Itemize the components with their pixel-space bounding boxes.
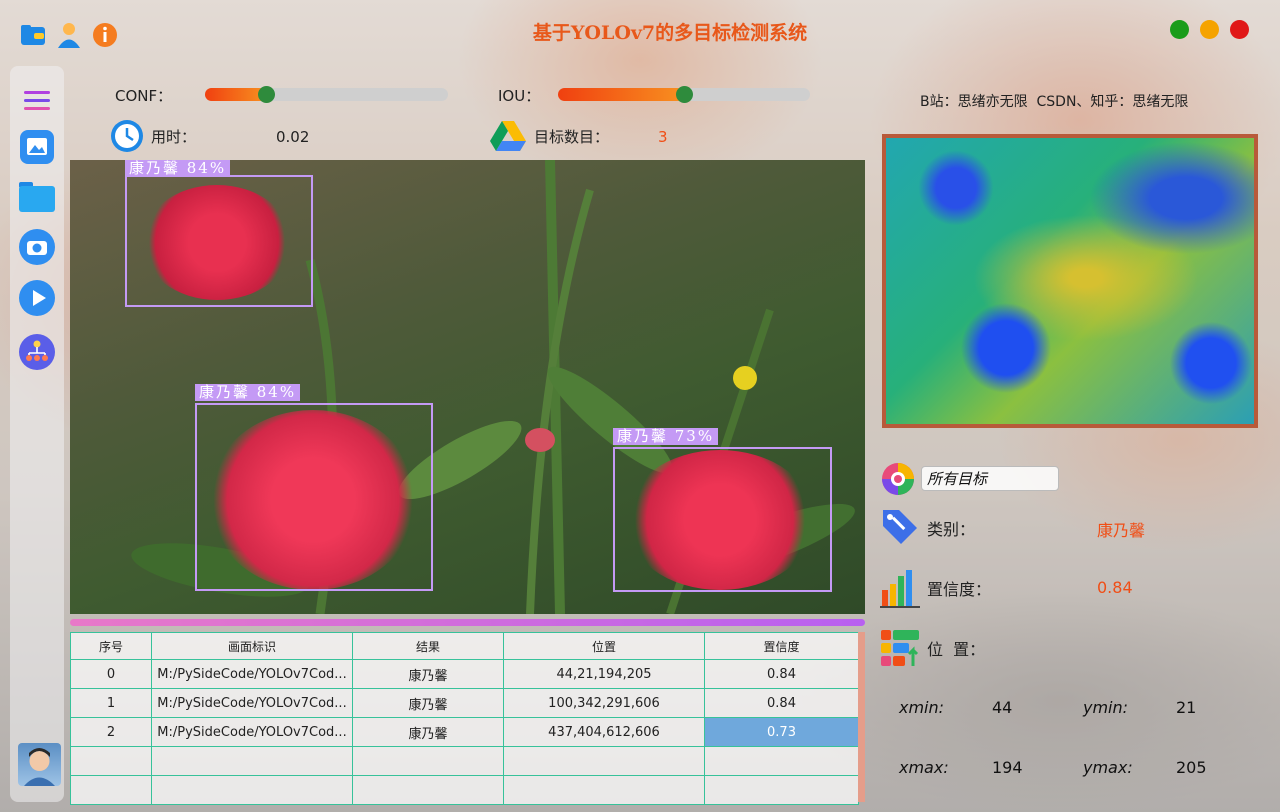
confidence-label: 置信度： bbox=[927, 580, 992, 599]
confidence-value: 0.84 bbox=[1097, 578, 1133, 597]
detection-box[interactable] bbox=[613, 447, 832, 592]
cell-path[interactable]: M:/PySideCode/YOLOv7Cod... bbox=[151, 659, 353, 689]
cell-index[interactable]: 0 bbox=[70, 659, 152, 689]
maximize-button[interactable] bbox=[1200, 20, 1219, 39]
conf-slider-handle[interactable] bbox=[258, 86, 275, 103]
ymax-label: ymax: bbox=[1083, 758, 1133, 777]
avatar[interactable] bbox=[18, 743, 61, 786]
cell-confidence[interactable]: 0.73 bbox=[704, 717, 859, 747]
conf-label: CONF： bbox=[115, 87, 173, 105]
table-row[interactable]: 0 M:/PySideCode/YOLOv7Cod... 康乃馨 44,21,1… bbox=[70, 659, 859, 689]
cell-result[interactable]: 康乃馨 bbox=[352, 659, 504, 689]
cell-result[interactable]: 康乃馨 bbox=[352, 688, 504, 718]
minimize-button[interactable] bbox=[1170, 20, 1189, 39]
empty-cell[interactable] bbox=[352, 746, 504, 776]
class-value: 康乃馨 bbox=[1097, 521, 1146, 540]
iou-slider-handle[interactable] bbox=[676, 86, 693, 103]
user-icon[interactable] bbox=[56, 21, 82, 53]
target-filter-select[interactable]: 所有目标 bbox=[921, 466, 1059, 491]
empty-cell[interactable] bbox=[70, 746, 152, 776]
column-header[interactable]: 结果 bbox=[352, 632, 504, 660]
progress-bar bbox=[70, 619, 865, 626]
xmin-label: xmin: bbox=[899, 698, 945, 717]
table-scrollbar[interactable] bbox=[858, 632, 865, 802]
triangle-drive-icon bbox=[490, 119, 526, 157]
empty-cell[interactable] bbox=[704, 775, 859, 805]
table-row[interactable] bbox=[70, 775, 859, 805]
app-title: 基于YOLOv7的多目标检测系统 bbox=[532, 22, 808, 44]
ymin-label: ymin: bbox=[1083, 698, 1129, 717]
info-icon[interactable] bbox=[92, 22, 118, 52]
conf-slider-fill bbox=[205, 88, 266, 101]
ymax-value: 205 bbox=[1176, 758, 1207, 777]
folder-open-icon[interactable] bbox=[18, 178, 56, 216]
ymin-value: 21 bbox=[1176, 698, 1197, 717]
cell-position[interactable]: 100,342,291,606 bbox=[503, 688, 705, 718]
detection-label: 康乃馨 73% bbox=[613, 428, 719, 445]
time-label: 用时： bbox=[151, 128, 197, 146]
position-grid-icon bbox=[879, 628, 921, 672]
empty-cell[interactable] bbox=[70, 775, 152, 805]
cell-result[interactable]: 康乃馨 bbox=[352, 717, 504, 747]
tag-icon bbox=[879, 506, 921, 552]
iou-label: IOU： bbox=[498, 87, 541, 105]
empty-cell[interactable] bbox=[352, 775, 504, 805]
table-row[interactable] bbox=[70, 746, 859, 776]
empty-cell[interactable] bbox=[704, 746, 859, 776]
color-wheel-icon bbox=[880, 462, 916, 500]
detection-label: 康乃馨 84% bbox=[195, 384, 301, 401]
xmax-value: 194 bbox=[992, 758, 1023, 777]
table-header: 序号 画面标识 结果 位置 置信度 bbox=[70, 632, 859, 660]
play-icon[interactable] bbox=[18, 279, 56, 317]
xmax-label: xmax: bbox=[899, 758, 949, 777]
cell-confidence[interactable]: 0.84 bbox=[704, 688, 859, 718]
menu-icon[interactable] bbox=[18, 82, 56, 120]
cell-index[interactable]: 2 bbox=[70, 717, 152, 747]
table-row[interactable]: 1 M:/PySideCode/YOLOv7Cod... 康乃馨 100,342… bbox=[70, 688, 859, 718]
model-tree-icon[interactable] bbox=[18, 333, 56, 371]
cell-position[interactable]: 44,21,194,205 bbox=[503, 659, 705, 689]
column-header[interactable]: 置信度 bbox=[704, 632, 859, 660]
column-header[interactable]: 位置 bbox=[503, 632, 705, 660]
iou-slider-fill bbox=[558, 88, 684, 101]
cell-confidence[interactable]: 0.84 bbox=[704, 659, 859, 689]
close-button[interactable] bbox=[1230, 20, 1249, 39]
credits-text: B站：思绪亦无限 CSDN、知乎：思绪无限 bbox=[920, 94, 1189, 110]
count-label: 目标数目： bbox=[534, 128, 610, 146]
bar-chart-icon bbox=[880, 566, 920, 612]
detection-label: 康乃馨 84% bbox=[125, 160, 231, 177]
timer-icon bbox=[109, 118, 145, 158]
conf-slider[interactable] bbox=[205, 86, 448, 103]
class-label: 类别： bbox=[927, 520, 976, 539]
table-row[interactable]: 2 M:/PySideCode/YOLOv7Cod... 康乃馨 437,404… bbox=[70, 717, 859, 747]
count-value: 3 bbox=[658, 128, 668, 146]
xmin-value: 44 bbox=[992, 698, 1013, 717]
detection-image: 康乃馨 84% 康乃馨 84% 康乃馨 73% bbox=[70, 160, 865, 614]
empty-cell[interactable] bbox=[503, 775, 705, 805]
camera-icon[interactable] bbox=[18, 228, 56, 266]
results-table: 序号 画面标识 结果 位置 置信度 0 M:/PySideCode/YOLOv7… bbox=[70, 632, 859, 805]
detection-box[interactable] bbox=[125, 175, 313, 307]
position-label: 位 置： bbox=[927, 640, 986, 659]
cell-position[interactable]: 437,404,612,606 bbox=[503, 717, 705, 747]
heatmap-preview bbox=[882, 134, 1258, 428]
column-header[interactable]: 画面标识 bbox=[151, 632, 353, 660]
sidebar bbox=[10, 66, 64, 802]
cell-path[interactable]: M:/PySideCode/YOLOv7Cod... bbox=[151, 688, 353, 718]
iou-slider[interactable] bbox=[558, 86, 810, 103]
time-value: 0.02 bbox=[276, 128, 310, 146]
empty-cell[interactable] bbox=[503, 746, 705, 776]
column-header[interactable]: 序号 bbox=[70, 632, 152, 660]
empty-cell[interactable] bbox=[151, 746, 353, 776]
cell-index[interactable]: 1 bbox=[70, 688, 152, 718]
empty-cell[interactable] bbox=[151, 775, 353, 805]
cell-path[interactable]: M:/PySideCode/YOLOv7Cod... bbox=[151, 717, 353, 747]
image-icon[interactable] bbox=[18, 128, 56, 166]
folder-icon[interactable] bbox=[20, 24, 46, 50]
detection-box[interactable] bbox=[195, 403, 433, 591]
